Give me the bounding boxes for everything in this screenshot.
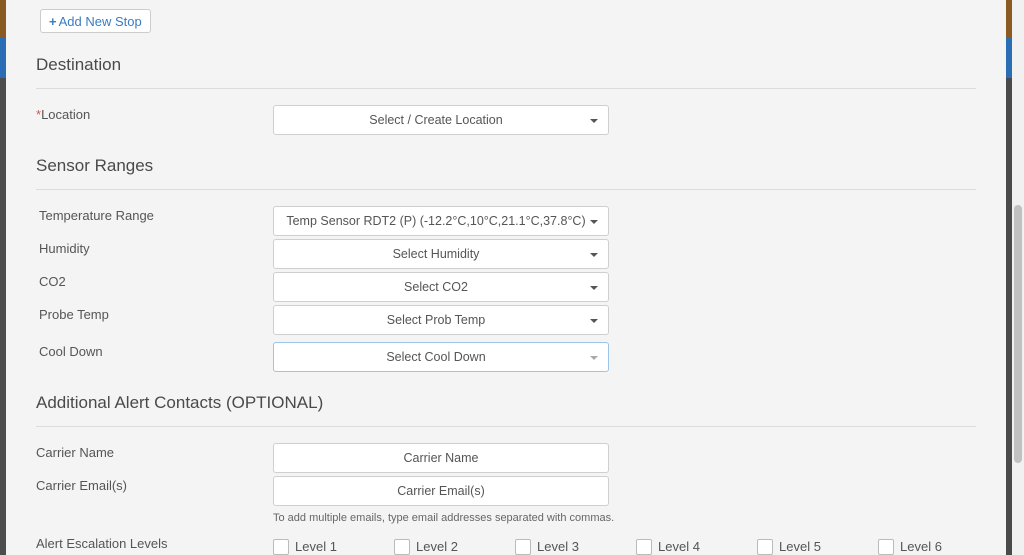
probe-temp-label: Probe Temp	[39, 307, 109, 322]
checkbox-box[interactable]	[878, 538, 894, 555]
probe-temp-value: Select Prob Temp	[386, 313, 486, 327]
level-3-label: Level 3	[537, 539, 579, 555]
checkbox-box[interactable]	[273, 538, 289, 555]
carrier-name-input[interactable]: Carrier Name	[273, 443, 609, 473]
chevron-down-icon	[590, 220, 598, 224]
chevron-down-icon	[590, 319, 598, 323]
add-new-stop-label: Add New Stop	[58, 14, 142, 29]
sensor-ranges-heading: Sensor Ranges	[36, 156, 154, 175]
divider	[36, 88, 976, 89]
cool-down-value: Select Cool Down	[386, 350, 486, 364]
destination-heading: Destination	[36, 55, 122, 74]
level-6-label: Level 6	[900, 539, 942, 555]
temperature-range-label: Temperature Range	[39, 208, 154, 223]
carrier-email-input[interactable]: Carrier Email(s)	[273, 476, 609, 506]
humidity-value: Select Humidity	[392, 247, 480, 261]
checkbox-box[interactable]	[394, 538, 410, 555]
email-help-text: To add multiple emails, type email addre…	[273, 512, 615, 524]
level-3-checkbox[interactable]: Level 3	[515, 538, 579, 555]
co2-value: Select CO2	[404, 280, 468, 294]
level-2-label: Level 2	[416, 539, 458, 555]
alert-escalation-label: Alert Escalation Levels	[36, 536, 168, 551]
carrier-name-placeholder: Carrier Name	[403, 451, 479, 465]
temperature-range-select[interactable]: Temp Sensor RDT2 (P) (-12.2°C,10°C,21.1°…	[273, 206, 609, 236]
level-1-checkbox[interactable]: Level 1	[273, 538, 337, 555]
level-6-checkbox[interactable]: Level 6	[878, 538, 942, 555]
temperature-range-value: Temp Sensor RDT2 (P) (-12.2°C,10°C,21.1°…	[286, 214, 586, 228]
humidity-select[interactable]: Select Humidity	[273, 239, 609, 269]
location-select-value: Select / Create Location	[369, 113, 503, 127]
location-label-text: Location	[41, 107, 91, 122]
level-4-checkbox[interactable]: Level 4	[636, 538, 700, 555]
checkbox-box[interactable]	[515, 538, 531, 555]
chevron-down-icon	[590, 356, 598, 360]
scrollbar-thumb[interactable]	[1014, 205, 1022, 463]
co2-select[interactable]: Select CO2	[273, 272, 609, 302]
checkbox-box[interactable]	[636, 538, 652, 555]
add-new-stop-button[interactable]: + Add New Stop	[40, 9, 151, 33]
location-select[interactable]: Select / Create Location	[273, 105, 609, 135]
level-1-label: Level 1	[295, 539, 337, 555]
level-5-checkbox[interactable]: Level 5	[757, 538, 821, 555]
carrier-email-placeholder: Carrier Email(s)	[397, 484, 485, 498]
chevron-down-icon	[590, 286, 598, 290]
level-5-label: Level 5	[779, 539, 821, 555]
plus-icon: +	[49, 14, 57, 29]
divider	[36, 189, 976, 190]
cool-down-label: Cool Down	[39, 344, 103, 359]
chevron-down-icon	[590, 253, 598, 257]
location-label: *Location	[36, 107, 90, 122]
cool-down-select[interactable]: Select Cool Down	[273, 342, 609, 372]
co2-label: CO2	[39, 274, 66, 289]
probe-temp-select[interactable]: Select Prob Temp	[273, 305, 609, 335]
divider	[36, 426, 976, 427]
stop-modal: + Add New Stop Destination *Location Sele…	[6, 0, 1006, 555]
chevron-down-icon	[590, 119, 598, 123]
carrier-email-label: Carrier Email(s)	[36, 478, 127, 493]
checkbox-box[interactable]	[757, 538, 773, 555]
alert-contacts-heading: Additional Alert Contacts (OPTIONAL)	[36, 393, 324, 412]
level-2-checkbox[interactable]: Level 2	[394, 538, 458, 555]
level-4-label: Level 4	[658, 539, 700, 555]
carrier-name-label: Carrier Name	[36, 445, 115, 460]
humidity-label: Humidity	[39, 241, 90, 256]
